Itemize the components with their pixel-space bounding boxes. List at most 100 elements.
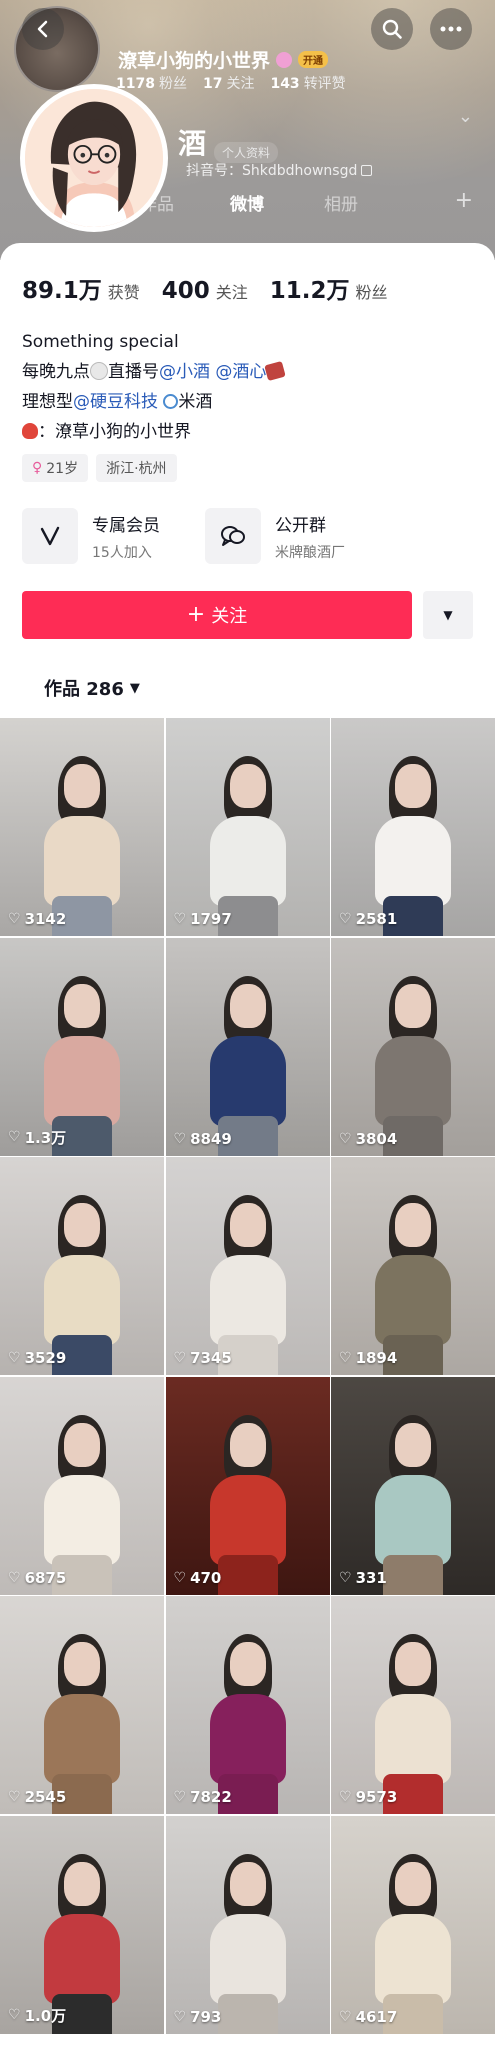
video-thumbnail[interactable]: ♡ 2581 <box>331 718 495 936</box>
stat-following[interactable]: 400 关注 <box>162 278 248 304</box>
video-thumbnail[interactable]: ♡ 1.0万 <box>0 1815 164 2034</box>
video-likes: ♡ 1.0万 <box>8 2005 66 2026</box>
video-likes: ♡ 793 <box>174 2008 222 2026</box>
stat-following-label: 关注 <box>215 283 248 302</box>
douyin-id[interactable]: 抖音号：Shkdbdhownsgd <box>186 160 373 180</box>
search-button[interactable] <box>371 8 413 50</box>
video-thumbnail[interactable]: ♡ 331 <box>331 1376 495 1595</box>
thumbnail-figure <box>209 1185 286 1375</box>
header-stats: 1178 粉丝 17 关注 143 转评赞 <box>116 73 346 93</box>
member-sub: 15人加入 <box>92 544 152 561</box>
female-icon: ♀ <box>32 460 43 476</box>
thumbnail-figure <box>209 1405 286 1595</box>
header-stat-fans: 1178 粉丝 <box>116 76 187 92</box>
header-stat-following: 17 关注 <box>202 76 255 92</box>
header-username-text: 潦草小狗的小世界 <box>118 50 271 72</box>
bio-line-3: 理想型@硬豆科技 米酒 <box>22 392 213 412</box>
profile-card: 89.1万 获赞 400 关注 11.2万 粉丝 Something speci… <box>0 243 495 2048</box>
heart-icon: ♡ <box>8 1789 21 1805</box>
ghost-display-name: 酒 <box>178 127 207 160</box>
video-thumbnail[interactable]: ♡ 9573 <box>331 1596 495 1814</box>
follow-dropdown-button[interactable]: ▼ <box>423 591 473 639</box>
video-likes: ♡ 1797 <box>174 910 232 928</box>
heart-icon: ♡ <box>339 911 352 927</box>
bio-line-1: Something special <box>22 332 179 352</box>
video-thumbnail[interactable]: ♡ 2545 <box>0 1596 164 1814</box>
thumbnail-figure <box>209 1624 286 1814</box>
stat-fans-label: 粉丝 <box>355 283 388 302</box>
thumbnail-figure <box>209 746 286 936</box>
search-icon <box>382 19 402 39</box>
heart-icon: ♡ <box>8 911 21 927</box>
video-likes-count: 3142 <box>24 910 67 928</box>
video-likes: ♡ 7822 <box>174 1788 232 1806</box>
video-thumbnail[interactable]: ♡ 4617 <box>331 1815 495 2034</box>
member-feature[interactable]: 专属会员 15人加入 <box>22 508 160 564</box>
plus-icon[interactable]: + <box>455 188 473 213</box>
video-thumbnail[interactable]: ♡ 6875 <box>0 1376 164 1595</box>
stat-fans-value: 11.2万 <box>269 278 350 304</box>
open-badge: 开通 <box>298 51 329 68</box>
video-likes: ♡ 3142 <box>8 910 66 928</box>
stat-fans[interactable]: 11.2万 粉丝 <box>270 271 388 305</box>
thumbnail-figure <box>209 1844 286 2034</box>
profile-tags: ♀ 21岁 浙江·杭州 <box>22 454 177 482</box>
caret-down-icon: ▼ <box>129 680 140 696</box>
video-thumbnail[interactable]: ♡ 7345 <box>165 1157 330 1375</box>
thumbnail-figure <box>375 966 451 1156</box>
avatar[interactable] <box>20 84 168 232</box>
stat-likes-value: 89.1万 <box>22 278 102 304</box>
video-likes-count: 470 <box>190 1568 222 1587</box>
chocolate-emoji-icon <box>264 360 287 382</box>
heart-icon: ♡ <box>173 1569 187 1586</box>
follow-label: 关注 <box>211 606 248 627</box>
video-likes: ♡ 3529 <box>8 1349 66 1367</box>
follow-button[interactable]: + 关注 <box>22 591 412 639</box>
mention-link-2[interactable]: @酒心 <box>215 362 266 382</box>
video-likes: ♡ 3804 <box>339 1130 397 1148</box>
video-thumbnail[interactable]: ♡ 3529 <box>0 1157 164 1375</box>
video-likes-count: 6875 <box>24 1568 67 1587</box>
caret-down-icon: ▼ <box>443 608 453 622</box>
back-button[interactable] <box>22 8 64 50</box>
video-likes-count: 1.0万 <box>24 2006 67 2025</box>
video-likes: ♡ 8849 <box>174 1130 232 1148</box>
video-likes-count: 793 <box>190 2007 222 2026</box>
video-likes: ♡ 1894 <box>339 1349 397 1367</box>
heart-icon: ♡ <box>173 1350 187 1366</box>
video-likes-count: 1894 <box>355 1349 398 1367</box>
thumbnail-figure <box>44 1185 120 1375</box>
video-thumbnail[interactable]: ♡ 3142 <box>0 718 164 936</box>
group-title: 公开群 <box>275 515 326 536</box>
video-thumbnail[interactable]: ♡ 1797 <box>165 718 330 936</box>
ghost-tab-weibo[interactable]: 微博 <box>230 190 264 215</box>
heart-icon: ♡ <box>8 1350 21 1366</box>
more-options-button[interactable] <box>430 8 472 50</box>
group-feature[interactable]: 公开群 米牌酿酒厂 <box>205 508 345 564</box>
mention-link-1[interactable]: @小酒 <box>159 362 210 382</box>
chevron-down-icon[interactable]: ⌄ <box>458 106 473 127</box>
heart-icon: ♡ <box>339 1130 352 1147</box>
video-likes-count: 1797 <box>190 910 232 928</box>
heart-icon: ♡ <box>8 1129 21 1145</box>
video-thumbnail[interactable]: ♡ 1.3万 <box>0 937 164 1156</box>
video-thumbnail[interactable]: ♡ 470 <box>165 1376 330 1595</box>
ghost-tab-album[interactable]: 相册 <box>324 190 358 215</box>
mention-link-3[interactable]: @硬豆科技 <box>73 392 158 412</box>
stat-likes[interactable]: 89.1万 获赞 <box>22 271 140 305</box>
video-thumbnail[interactable]: ♡ 7822 <box>165 1596 330 1814</box>
video-thumbnail[interactable]: ♡ 793 <box>165 1815 330 2034</box>
thumbnail-figure <box>44 746 120 936</box>
thumbnail-figure <box>44 1405 120 1595</box>
thumbnail-figure <box>375 1185 451 1375</box>
copy-icon[interactable] <box>361 164 373 176</box>
video-thumbnail[interactable]: ♡ 3804 <box>331 937 495 1156</box>
video-thumbnail[interactable]: ♡ 1894 <box>331 1157 495 1375</box>
video-thumbnail[interactable]: ♡ 8849 <box>165 937 330 1156</box>
age-tag: ♀ 21岁 <box>22 454 89 482</box>
header-stat-reposts: 143 转评赞 <box>270 76 346 92</box>
douyin-id-text: 抖音号：Shkdbdhownsgd <box>186 163 358 179</box>
tab-works[interactable]: 作品 286 ▼ <box>44 675 140 701</box>
heart-icon: ♡ <box>8 2007 21 2023</box>
video-likes-count: 2545 <box>24 1788 67 1806</box>
